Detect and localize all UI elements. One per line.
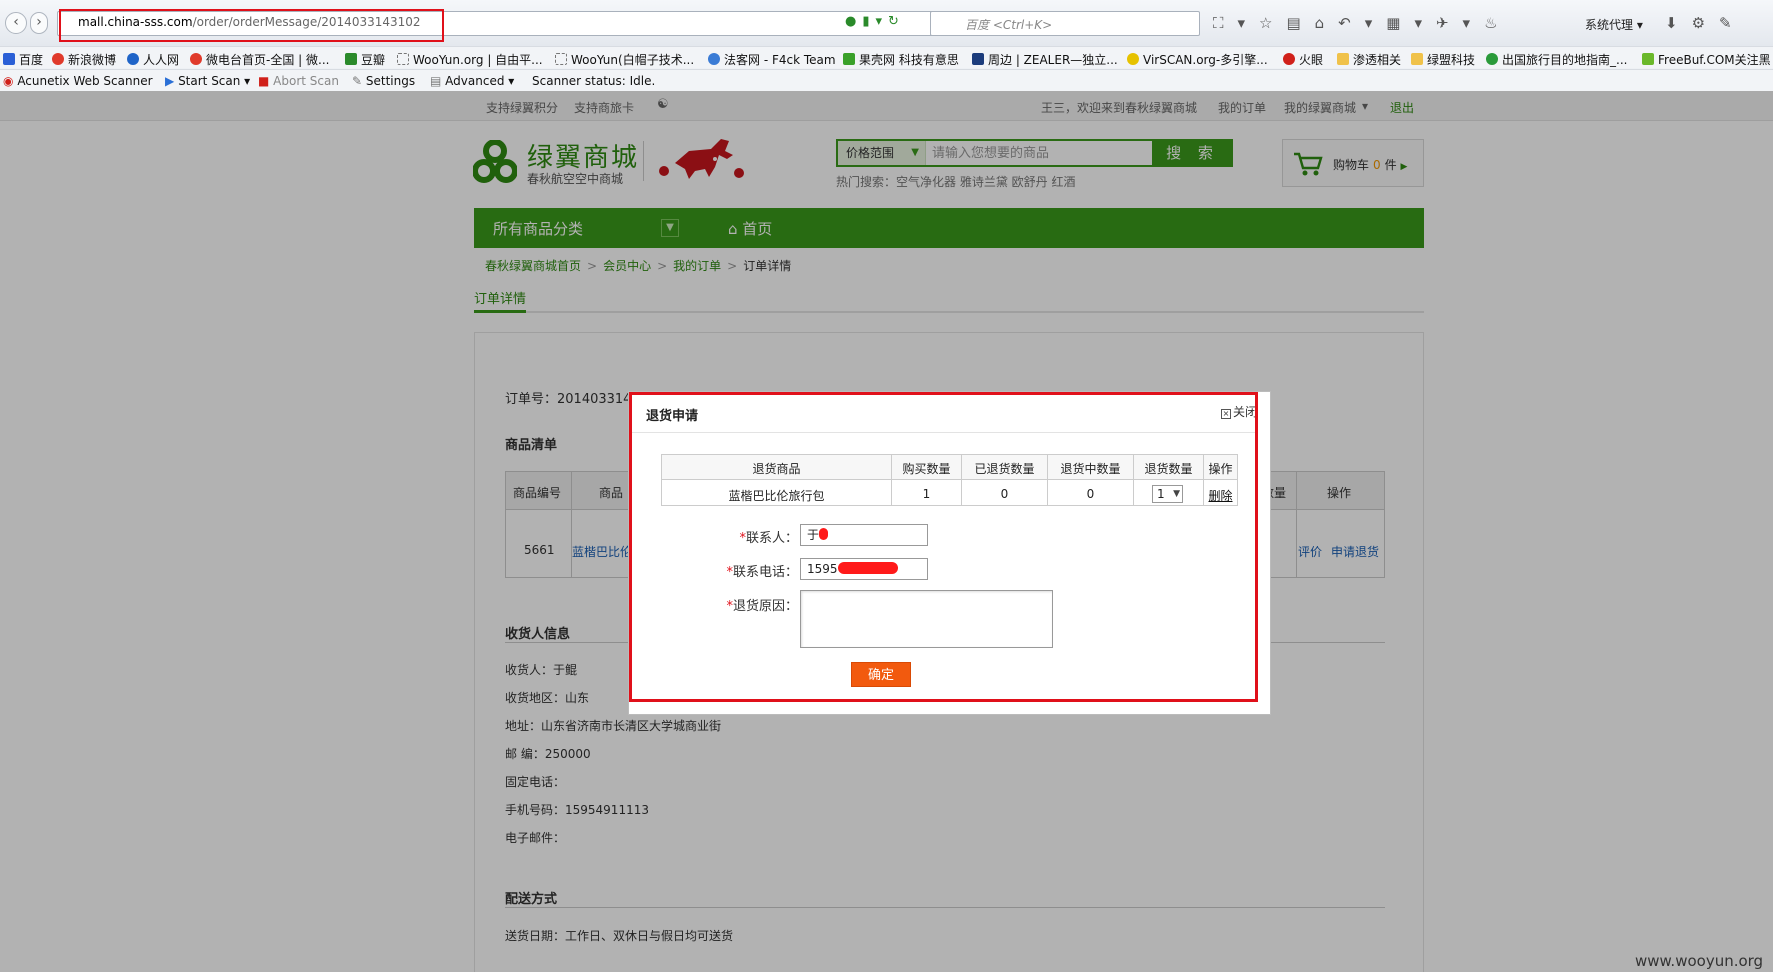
acunetix-toolbar: ◉ Acunetix Web Scanner ▶ Start Scan ▾ ■ …: [0, 69, 1773, 91]
bookmark-item[interactable]: 微电台首页-全国 | 微...: [190, 51, 329, 68]
search-placeholder: 百度 <Ctrl+K>: [965, 18, 1053, 32]
scanner-status: Scanner status: Idle.: [532, 74, 656, 88]
bookmark-item[interactable]: 法客网 - F4ck Team: [708, 51, 836, 68]
bookmark-item[interactable]: FreeBuf.COM关注黑: [1642, 51, 1771, 68]
bookmark-item[interactable]: WooYun(白帽子技术...: [555, 51, 694, 68]
dialog-highlight-box: [629, 392, 1258, 702]
bookmark-folder[interactable]: 绿盟科技: [1411, 51, 1475, 68]
bookmark-item[interactable]: 火眼: [1283, 51, 1323, 68]
abort-scan-button[interactable]: ■ Abort Scan: [258, 74, 339, 88]
url-action-icons[interactable]: ●▮▾↻: [845, 14, 905, 29]
bookmark-item[interactable]: 果壳网 科技有意思: [843, 51, 959, 68]
settings-button[interactable]: ✎ Settings: [352, 74, 415, 88]
proxy-menu[interactable]: 系统代理 ▾: [1585, 16, 1643, 33]
bookmark-item[interactable]: 豆瓣: [345, 51, 385, 68]
bookmark-item[interactable]: 周边 | ZEALER—独立...: [972, 51, 1118, 68]
bookmark-folder[interactable]: 渗透相关: [1337, 51, 1401, 68]
bookmark-item[interactable]: VirSCAN.org-多引擎...: [1127, 51, 1268, 68]
extra-toolbar-icons[interactable]: ⬇⚙✎: [1665, 14, 1746, 32]
bookmark-item[interactable]: 人人网: [127, 51, 179, 68]
advanced-menu[interactable]: ▤ Advanced ▾: [430, 74, 514, 88]
bookmark-item[interactable]: 出国旅行目的地指南_...: [1486, 51, 1627, 68]
start-scan-button[interactable]: ▶ Start Scan ▾: [165, 74, 250, 88]
toolbar-icons[interactable]: ⛶▾☆▤⌂↶▾▦▾✈▾♨: [1213, 14, 1512, 32]
watermark: www.wooyun.org: [1635, 952, 1764, 970]
bookmark-item[interactable]: WooYun.org | 自由平...: [397, 51, 543, 68]
browser-chrome: ‹ › mall.china-sss.com/order/orderMessag…: [0, 0, 1773, 91]
bookmark-item[interactable]: 百度: [3, 51, 43, 68]
url-highlight-box: [59, 9, 444, 42]
acunetix-logo: ◉ Acunetix Web Scanner: [3, 74, 153, 88]
bookmark-item[interactable]: 新浪微博: [52, 51, 116, 68]
back-button[interactable]: ‹: [5, 12, 27, 34]
bookmarks-bar: 百度 新浪微博 人人网 微电台首页-全国 | 微... 豆瓣 WooYun.or…: [0, 46, 1773, 68]
forward-button[interactable]: ›: [30, 12, 48, 34]
